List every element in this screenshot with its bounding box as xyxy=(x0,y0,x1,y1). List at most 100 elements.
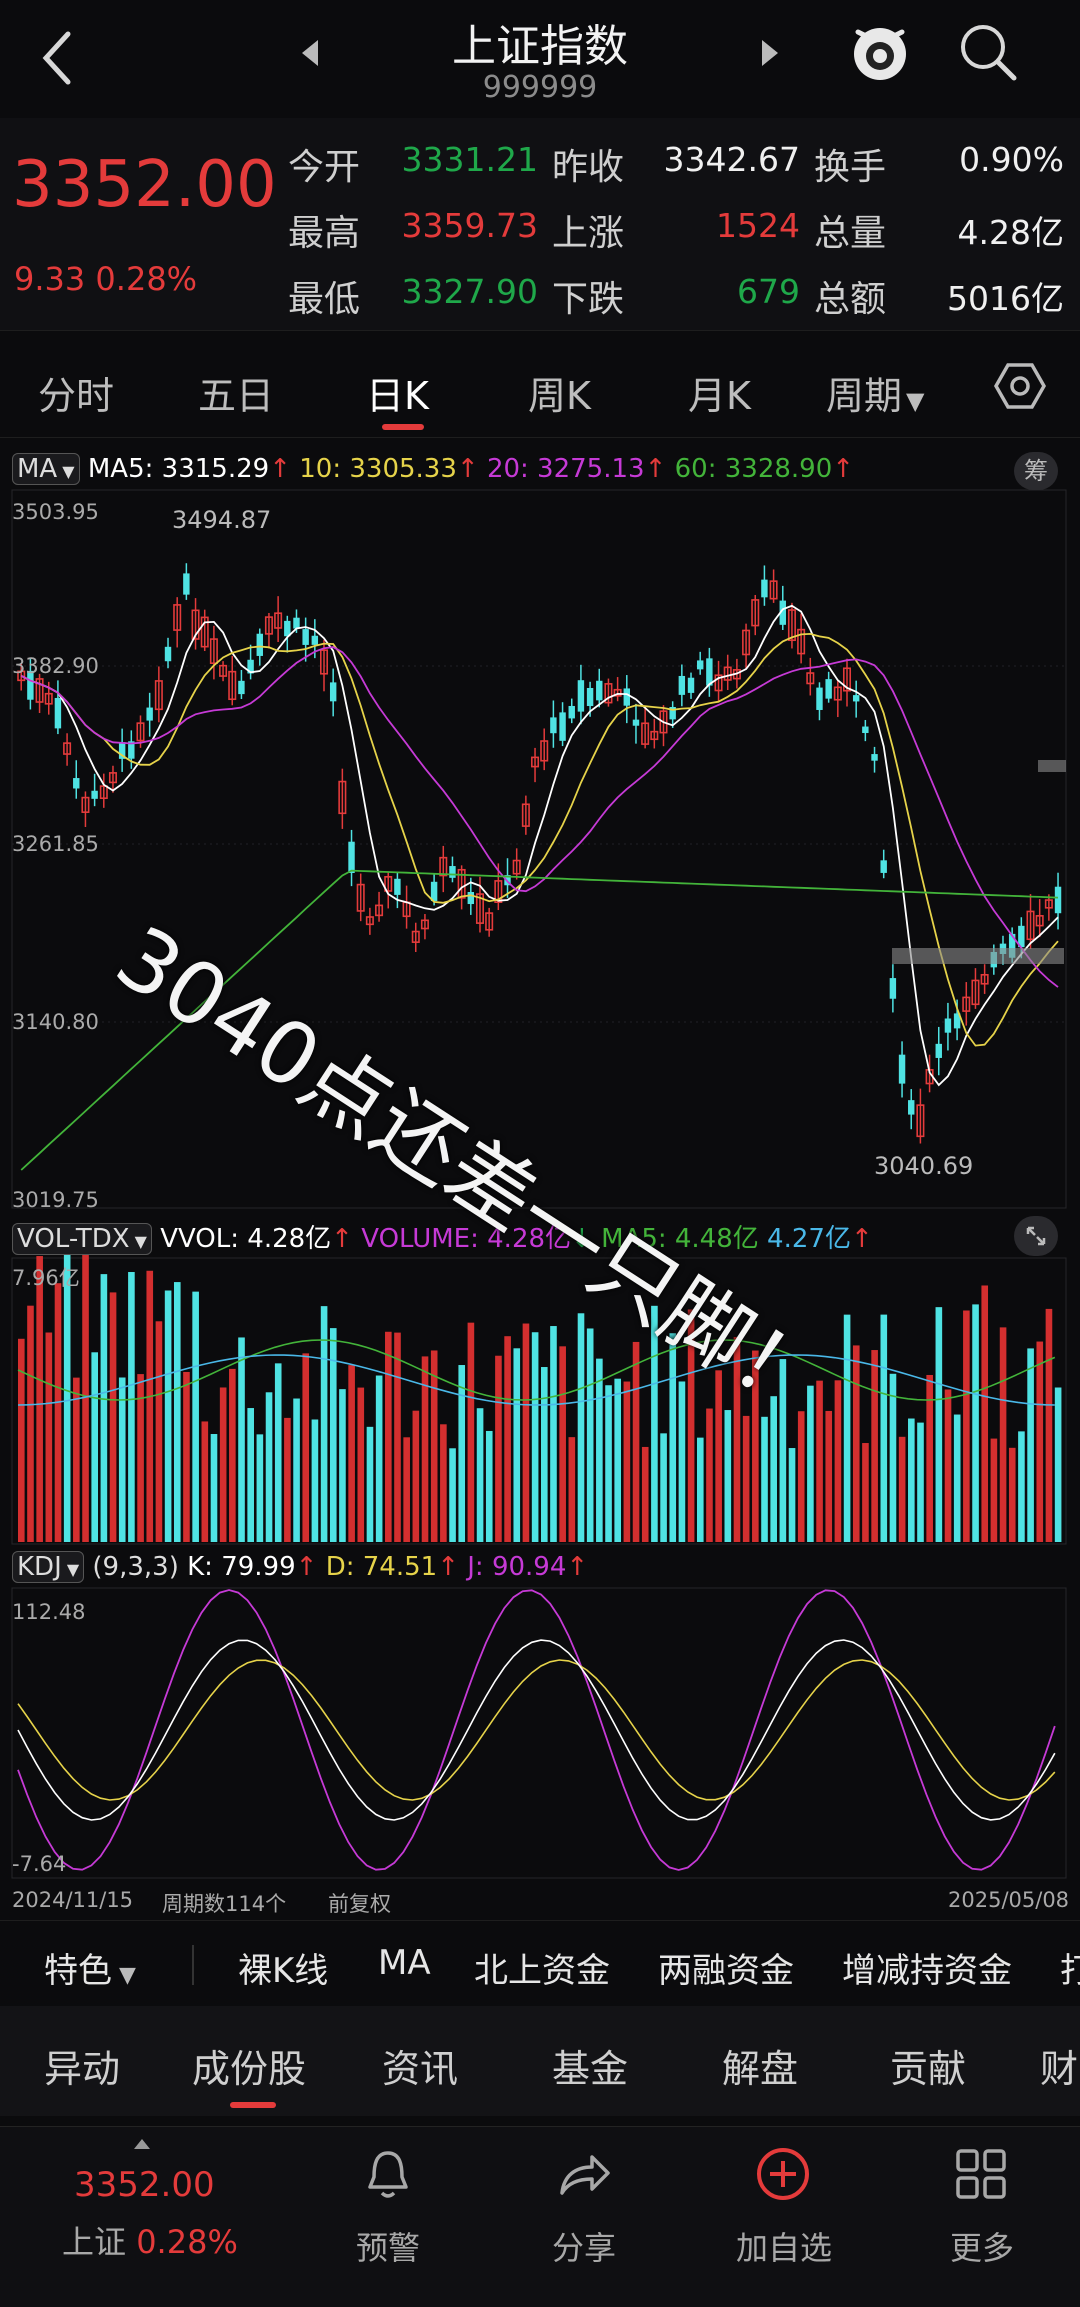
candle-down xyxy=(568,705,575,719)
volume-value: 4.28亿 xyxy=(957,213,1064,252)
chevron-down-icon: ▼ xyxy=(61,1560,80,1579)
candle-down xyxy=(816,687,823,710)
vol-selector[interactable]: VOL-TDX ▼ xyxy=(12,1223,152,1255)
quote-panel: 3352.00 9.33 0.28% 今开 3331.21 昨收 3342.67… xyxy=(0,118,1080,330)
tab-daily-k[interactable]: 日K xyxy=(366,365,429,420)
bottom-index-name: 上证 xyxy=(62,2223,127,2261)
candle-down xyxy=(293,617,300,629)
volume-bar xyxy=(164,1290,172,1542)
feature-margin[interactable]: 两融资金 xyxy=(658,1943,794,1992)
y-axis-2: 3382.90 xyxy=(12,654,99,678)
volume-bar xyxy=(385,1331,392,1542)
volume-bar xyxy=(91,1352,99,1542)
low-value: 3327.90 xyxy=(401,272,538,311)
tab-finance[interactable]: 财 xyxy=(1040,2038,1078,2093)
caret-up-icon[interactable] xyxy=(132,2137,152,2151)
candle-down xyxy=(862,726,869,734)
candle-down xyxy=(430,881,438,902)
bottom-nav: 3352.00 上证 0.28% 预警 分享 加自选 更多 xyxy=(0,2126,1080,2307)
volume-bar xyxy=(1036,1341,1044,1542)
kdj-panel-frame xyxy=(11,1587,1067,1879)
volume-bar xyxy=(898,1436,906,1542)
tab-period[interactable]: 周期 ▼ xyxy=(826,365,924,420)
bottom-index[interactable]: 上证 0.28% xyxy=(62,2217,238,2263)
candle-down xyxy=(944,1018,952,1033)
vol-y-top: 7.96亿 xyxy=(12,1266,80,1290)
kdj-k-value: K: 79.99 xyxy=(187,1552,296,1582)
ma-selector[interactable]: MA ▼ xyxy=(12,453,80,485)
nav-add-watchlist[interactable]: 加自选 xyxy=(714,2223,854,2269)
decline-label: 下跌 xyxy=(552,279,625,320)
feature-naked-k[interactable]: 裸K线 xyxy=(238,1943,328,1992)
bell-icon[interactable] xyxy=(362,2147,414,2203)
arrow-up-icon: ↑ xyxy=(832,454,855,484)
candle-down xyxy=(146,707,153,721)
expand-icon[interactable] xyxy=(1014,1216,1058,1256)
volume-bar xyxy=(357,1387,365,1542)
candle-down xyxy=(550,717,557,734)
settings-icon[interactable] xyxy=(994,361,1046,411)
volume-bar xyxy=(862,1443,869,1542)
tab-monthly-k[interactable]: 月K xyxy=(688,365,751,420)
volume-bar xyxy=(990,1438,998,1542)
nav-share[interactable]: 分享 xyxy=(514,2223,654,2269)
candle-down xyxy=(577,680,585,712)
volume-bar xyxy=(834,1380,842,1542)
feature-menu-label: 特色 xyxy=(44,1951,112,1991)
grid-more-icon[interactable] xyxy=(954,2147,1008,2201)
add-watchlist-icon[interactable] xyxy=(754,2145,812,2203)
ma20-value: 20: 3275.13 xyxy=(486,454,645,484)
prev-close-value: 3342.67 xyxy=(663,140,800,179)
volume-bar xyxy=(100,1274,108,1542)
tab-weekly-k[interactable]: 周K xyxy=(528,365,591,420)
arrow-up-icon: ↑ xyxy=(850,1224,873,1254)
chip-button[interactable]: 筹 xyxy=(1014,452,1058,490)
prev-close-label: 昨收 xyxy=(552,147,625,188)
high-label: 最高 xyxy=(288,213,361,254)
share-icon[interactable] xyxy=(556,2149,612,2201)
search-icon[interactable] xyxy=(956,20,1020,84)
tab-five-day[interactable]: 五日 xyxy=(198,365,274,420)
volume-bar xyxy=(632,1341,640,1542)
turnover-value: 0.90% xyxy=(959,140,1064,179)
tab-constituents[interactable]: 成份股 xyxy=(192,2038,306,2093)
feature-menu[interactable]: 特色 ▼ xyxy=(44,1943,136,1992)
volume-bar xyxy=(238,1337,245,1542)
decline-value: 679 xyxy=(737,272,800,311)
nav-alert[interactable]: 预警 xyxy=(318,2223,458,2269)
volume-bar xyxy=(311,1419,319,1542)
candle-down xyxy=(706,658,713,686)
feature-more[interactable]: 打 xyxy=(1060,1943,1080,1992)
feature-northbound[interactable]: 北上资金 xyxy=(474,1943,610,1992)
ma-selector-label: MA xyxy=(17,454,58,484)
kdj-selector-label: KDJ xyxy=(17,1552,62,1582)
mascot-icon[interactable] xyxy=(848,18,912,84)
tab-anomaly[interactable]: 异动 xyxy=(44,2038,120,2093)
next-icon[interactable] xyxy=(758,38,782,68)
chart-area[interactable]: MA ▼ MA5: 3315.29↑ 10: 3305.33↑ 20: 3275… xyxy=(0,440,1080,1916)
tab-contribution[interactable]: 贡献 xyxy=(890,2038,966,2093)
nav-more[interactable]: 更多 xyxy=(912,2223,1052,2269)
feature-holding-change[interactable]: 增减持资金 xyxy=(842,1943,1012,1992)
tab-funds[interactable]: 基金 xyxy=(552,2038,628,2093)
tab-news[interactable]: 资讯 xyxy=(382,2038,458,2093)
tab-intraday[interactable]: 分时 xyxy=(38,365,114,420)
volume-bar xyxy=(953,1414,961,1542)
volume-bar xyxy=(467,1322,475,1542)
amount-label: 总额 xyxy=(814,279,887,320)
advance-label: 上涨 xyxy=(552,213,625,254)
volume-bar xyxy=(210,1434,218,1542)
candle-down xyxy=(898,1054,906,1084)
feature-bar: 特色 ▼ 裸K线 MA 北上资金 两融资金 增减持资金 打 xyxy=(0,1920,1080,2007)
candle-down xyxy=(238,680,245,695)
candle-down xyxy=(91,790,98,799)
feature-ma[interactable]: MA xyxy=(378,1943,431,1983)
candle-down xyxy=(559,712,566,741)
tab-analysis[interactable]: 解盘 xyxy=(722,2038,798,2093)
volume-bar xyxy=(183,1371,190,1542)
volume-bar xyxy=(908,1418,915,1542)
volume-bar xyxy=(972,1304,979,1542)
volume-bar xyxy=(229,1368,236,1542)
candle-down xyxy=(449,866,456,878)
kdj-selector[interactable]: KDJ ▼ xyxy=(12,1551,85,1583)
